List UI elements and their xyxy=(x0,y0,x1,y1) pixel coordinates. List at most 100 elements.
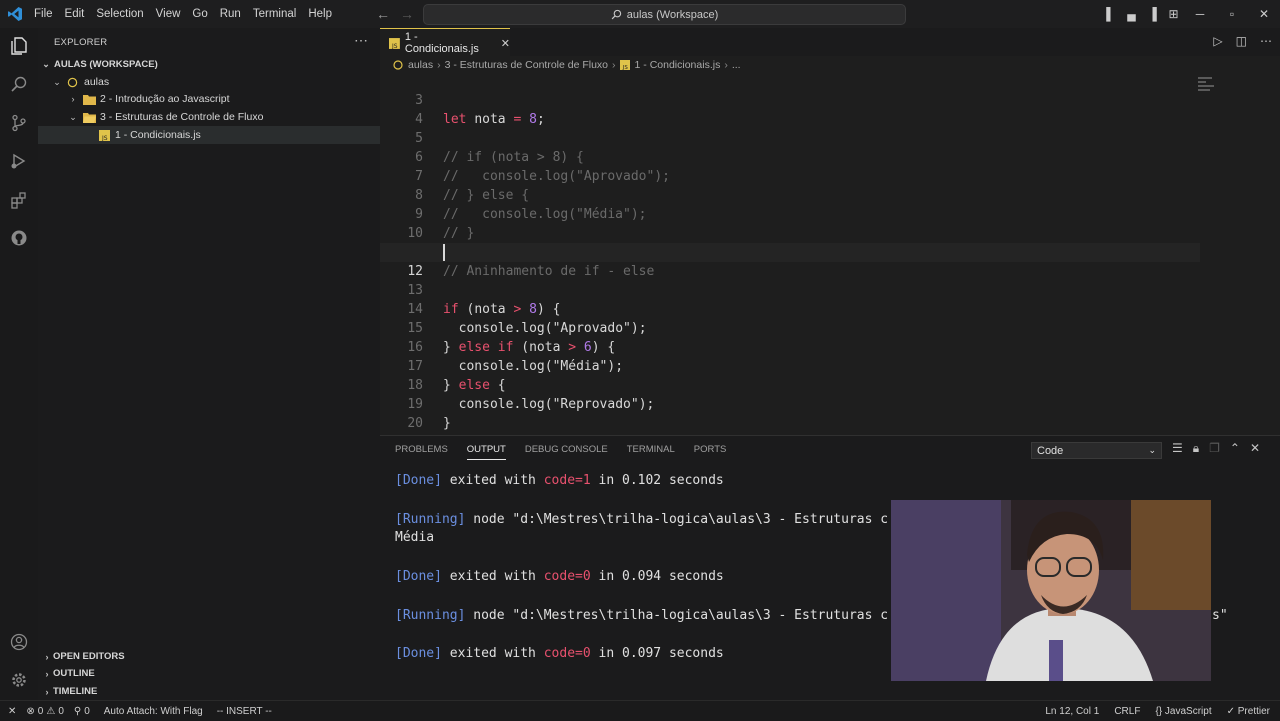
error-count: 0 xyxy=(37,705,44,717)
toggle-panel-icon[interactable]: ▄ xyxy=(1121,7,1142,21)
section-timeline[interactable]: › TIMELINE xyxy=(38,683,380,700)
ports-indicator[interactable]: ⚲ 0 xyxy=(74,706,90,717)
tab-problems[interactable]: PROBLEMS xyxy=(395,444,448,460)
maximize-window-icon[interactable]: ▫ xyxy=(1216,7,1248,21)
workspace-header[interactable]: ⌄ AULAS (WORKSPACE) xyxy=(38,55,380,73)
run-debug-icon[interactable] xyxy=(8,150,30,172)
more-actions-icon[interactable]: ⋯ xyxy=(1260,34,1272,48)
menu-file[interactable]: File xyxy=(28,8,59,20)
output-line: [Done] exited with code=1 in 0.102 secon… xyxy=(395,473,724,488)
close-icon[interactable]: ✕ xyxy=(501,37,510,50)
tree-folder-introducao[interactable]: › 2 - Introdução ao Javascript xyxy=(38,90,380,108)
breadcrumb-item[interactable]: 3 - Estruturas de Controle de Fluxo xyxy=(445,59,608,71)
extensions-icon[interactable] xyxy=(8,189,30,211)
run-code-icon[interactable]: ▷ xyxy=(1213,34,1222,48)
code-line: 13 if (nota > 8) { xyxy=(380,262,1280,317)
code-editor[interactable]: 3 let nota = 8; 4 5 // if (nota > 8) { 6… xyxy=(380,73,1280,435)
text-cursor xyxy=(443,244,445,261)
explorer-title: EXPLORER xyxy=(54,37,108,48)
line-number: 20 xyxy=(407,416,423,431)
status-bar: ✕ ⊗ 0 ⚠ 0 ⚲ 0 Auto Attach: With Flag -- INS… xyxy=(0,700,1280,721)
maximize-panel-icon[interactable]: ⌃ xyxy=(1230,441,1240,456)
cursor-position[interactable]: Ln 12, Col 1 xyxy=(1045,706,1099,717)
chevron-right-icon: › xyxy=(437,58,441,71)
github-icon[interactable] xyxy=(8,227,30,249)
tab-condicionais[interactable]: JS 1 - Condicionais.js ✕ xyxy=(380,28,510,57)
customize-layout-icon[interactable]: ⊞ xyxy=(1163,7,1184,21)
split-editor-icon[interactable]: ◫ xyxy=(1236,34,1247,48)
close-window-icon[interactable]: ✕ xyxy=(1248,7,1280,21)
breadcrumb: aulas › 3 - Estruturas de Controle de Fl… xyxy=(380,56,1280,73)
code-line: 5 // if (nota > 8) { xyxy=(380,110,1280,165)
minimize-window-icon[interactable]: ─ xyxy=(1184,7,1216,21)
activity-bar xyxy=(0,28,38,700)
auto-attach-status[interactable]: Auto Attach: With Flag xyxy=(104,706,203,717)
account-icon[interactable] xyxy=(8,631,30,653)
breadcrumb-item[interactable]: ... xyxy=(732,59,741,71)
forward-arrow-icon[interactable]: → xyxy=(400,6,414,22)
section-label: OPEN EDITORS xyxy=(53,651,125,662)
navigation-arrows: ← → xyxy=(376,6,414,22)
lock-scroll-icon[interactable]: 🔒︎ xyxy=(1193,441,1199,456)
end-of-line[interactable]: CRLF xyxy=(1114,706,1140,717)
menu-terminal[interactable]: Terminal xyxy=(247,8,302,20)
breadcrumb-item[interactable]: aulas xyxy=(408,59,433,71)
section-outline[interactable]: › OUTLINE xyxy=(38,665,380,682)
search-icon[interactable] xyxy=(8,73,30,95)
tree-label: 1 - Condicionais.js xyxy=(115,129,201,141)
problems-indicator[interactable]: ⊗ 0 ⚠ 0 xyxy=(26,706,63,717)
section-label: TIMELINE xyxy=(53,686,98,697)
code-line: 16 console.log("Média"); xyxy=(380,319,1280,374)
menu-go[interactable]: Go xyxy=(186,8,213,20)
clear-output-icon[interactable]: ☰ xyxy=(1172,441,1183,456)
chevron-right-icon: › xyxy=(45,651,49,662)
explorer-sidebar: EXPLORER ⋯ ⌄ AULAS (WORKSPACE) ⌄ aulas ›… xyxy=(38,28,380,700)
code-line: 6 // console.log("Aprovado"); xyxy=(380,129,1280,184)
section-open-editors[interactable]: › OPEN EDITORS xyxy=(38,648,380,665)
close-panel-icon[interactable]: ✕ xyxy=(1250,441,1260,456)
command-center-label: aulas (Workspace) xyxy=(626,8,719,21)
menu-selection[interactable]: Selection xyxy=(90,8,149,20)
tree-file-condicionais[interactable]: JS 1 - Condicionais.js xyxy=(38,126,380,144)
open-in-editor-icon[interactable]: ❐ xyxy=(1209,441,1220,456)
remote-indicator-icon[interactable]: ✕ xyxy=(8,706,16,717)
code-line: 14 console.log("Aprovado"); xyxy=(380,281,1280,336)
menu-help[interactable]: Help xyxy=(302,8,338,20)
vim-mode-status: -- INSERT -- xyxy=(216,705,272,717)
chevron-right-icon: › xyxy=(45,686,49,697)
menu-edit[interactable]: Edit xyxy=(59,8,91,20)
tree-folder-estruturas[interactable]: ⌄ 3 - Estruturas de Controle de Fluxo xyxy=(38,108,380,126)
vscode-logo-icon xyxy=(8,7,22,21)
toggle-secondary-sidebar-icon[interactable]: ▐ xyxy=(1142,7,1163,21)
minimap[interactable] xyxy=(1198,77,1214,99)
manage-gear-icon[interactable] xyxy=(8,669,30,691)
tab-debug-console[interactable]: DEBUG CONSOLE xyxy=(525,444,608,460)
braces-icon: {} xyxy=(1155,705,1163,717)
toggle-primary-sidebar-icon[interactable]: ▌ xyxy=(1100,7,1121,21)
workspace-root-icon xyxy=(393,59,403,70)
tab-terminal[interactable]: TERMINAL xyxy=(627,444,675,460)
breadcrumb-item[interactable]: 1 - Condicionais.js xyxy=(635,59,721,71)
tab-ports[interactable]: PORTS xyxy=(694,444,727,460)
prettier-status[interactable]: ✓ Prettier xyxy=(1227,706,1270,717)
explorer-icon[interactable] xyxy=(8,35,30,57)
code-line: 20 xyxy=(380,395,1280,431)
tab-output[interactable]: OUTPUT xyxy=(466,444,506,460)
command-center-search[interactable]: aulas (Workspace) xyxy=(423,4,906,25)
javascript-file-icon: JS xyxy=(389,37,400,49)
editor-tab-bar: JS 1 - Condicionais.js ✕ ▷ ◫ ⋯ xyxy=(380,28,1280,57)
output-channel-select[interactable]: Code ⌄ xyxy=(1031,442,1162,459)
code-line: 18 console.log("Reprovado"); xyxy=(380,357,1280,412)
menu-view[interactable]: View xyxy=(150,8,187,20)
source-control-icon[interactable] xyxy=(8,112,30,134)
language-mode[interactable]: {} JavaScript xyxy=(1155,706,1211,717)
line-source: } xyxy=(443,416,451,431)
menu-run[interactable]: Run xyxy=(214,8,247,20)
back-arrow-icon[interactable]: ← xyxy=(376,6,390,22)
title-bar: File Edit Selection View Go Run Terminal… xyxy=(0,0,1280,28)
output-line-tail: s" xyxy=(1212,608,1228,623)
tree-folder-aulas[interactable]: ⌄ aulas xyxy=(38,73,380,91)
code-line: 15 } else if (nota > 6) { xyxy=(380,300,1280,355)
more-actions-icon[interactable]: ⋯ xyxy=(354,32,368,49)
output-line: Média xyxy=(395,530,435,545)
